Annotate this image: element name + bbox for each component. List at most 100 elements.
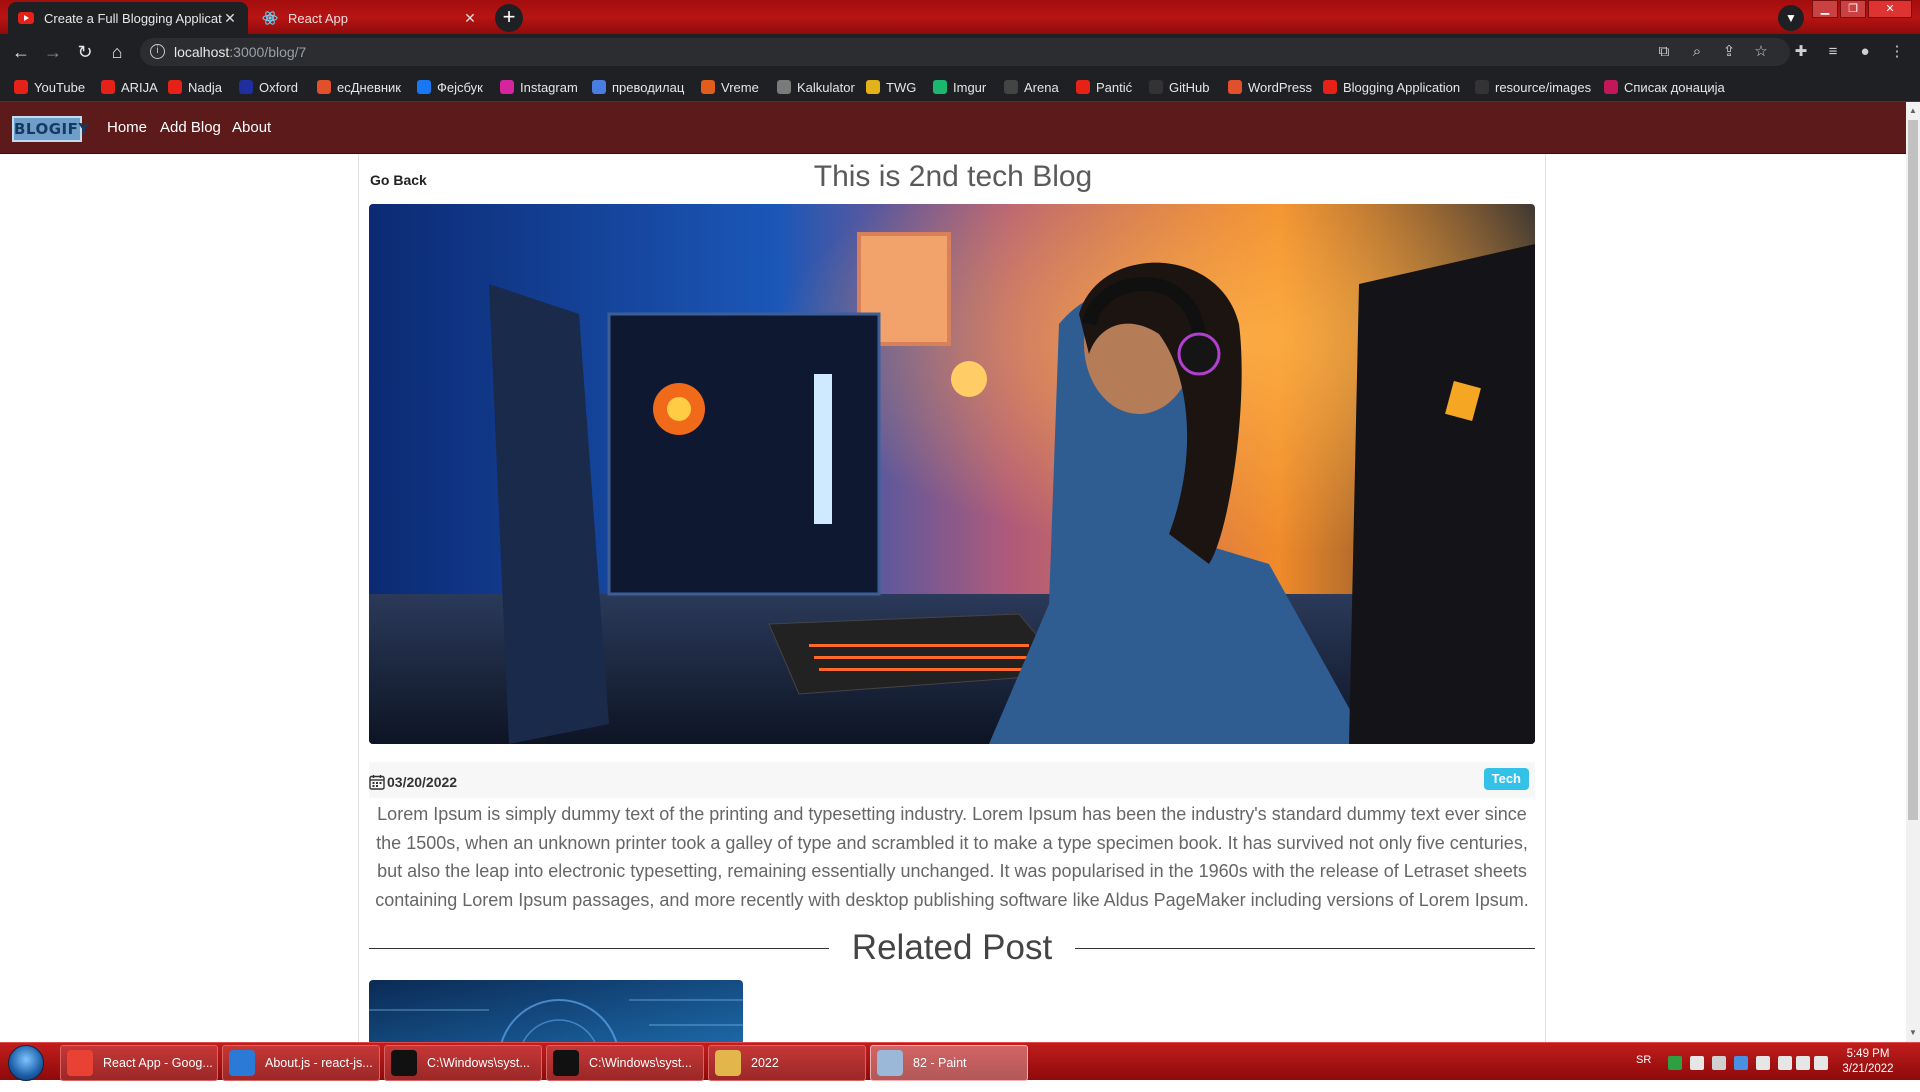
maximize-window-button[interactable]: ❐ — [1840, 0, 1866, 18]
bookmark-item[interactable]: GitHub — [1149, 78, 1209, 96]
taskbar-button[interactable]: 82 - Paint — [870, 1045, 1028, 1081]
bookmark-favicon-icon — [317, 80, 331, 94]
youtube-icon — [18, 10, 34, 26]
tab-search-icon[interactable]: ▼ — [1778, 5, 1804, 31]
menu-icon[interactable]: ⋮ — [1888, 43, 1906, 61]
zoom-icon[interactable]: ⌕ — [1688, 43, 1706, 61]
taskbar-button[interactable]: About.js - react-js... — [222, 1045, 380, 1081]
scrollbar-thumb[interactable] — [1908, 120, 1918, 820]
taskbar-button[interactable]: C:\Windows\syst... — [384, 1045, 542, 1081]
volume-icon[interactable] — [1814, 1056, 1828, 1070]
bookmarks-bar: YouTube ARIJA Nadja Oxford есДневник Фејсбук I… — [0, 70, 1920, 102]
calendar-icon — [369, 775, 385, 790]
taskbar-button[interactable]: 2022 — [708, 1045, 866, 1081]
scroll-up-arrow-icon[interactable]: ▲ — [1906, 104, 1920, 118]
go-back-link[interactable]: Go Back — [370, 172, 427, 188]
address-bar[interactable]: i localhost:3000/blog/7 — [140, 38, 1790, 66]
bookmark-label: есДневник — [337, 79, 401, 95]
system-clock[interactable]: 5:49 PM 3/21/2022 — [1828, 1047, 1908, 1077]
translate-icon[interactable]: ⧉ — [1655, 43, 1673, 61]
bookmark-item[interactable]: YouTube — [14, 78, 85, 96]
bookmark-label: Nadja — [188, 79, 222, 95]
bookmark-item[interactable]: Blogging Application — [1323, 78, 1460, 96]
site-info-icon[interactable]: i — [150, 44, 165, 59]
bookmark-label: Pantić — [1096, 79, 1133, 95]
bookmark-item[interactable]: ARIJA — [101, 78, 158, 96]
bookmark-item[interactable]: Arena — [1004, 78, 1059, 96]
bookmark-favicon-icon — [1004, 80, 1018, 94]
bookmark-item[interactable]: TWG — [866, 78, 916, 96]
url-text[interactable]: localhost:3000/blog/7 — [174, 44, 306, 60]
bookmark-item[interactable]: Списак донација — [1604, 78, 1725, 96]
category-badge: Tech — [1483, 768, 1529, 790]
bookmark-favicon-icon — [866, 80, 880, 94]
bookmark-favicon-icon — [101, 80, 115, 94]
language-indicator[interactable]: SR — [1636, 1054, 1651, 1092]
bookmark-label: GitHub — [1169, 79, 1210, 95]
bookmark-favicon-icon — [14, 80, 28, 94]
blog-detail-card: This is 2nd tech Blog Go Back 03/20/2022… — [358, 154, 1546, 1042]
bookmark-favicon-icon — [1076, 80, 1090, 94]
taskbar-button[interactable]: React App - Goog... — [60, 1045, 218, 1081]
bookmark-item[interactable]: Kalkulator — [777, 78, 855, 96]
new-tab-button[interactable]: + — [495, 4, 523, 32]
close-tab-icon[interactable]: ✕ — [222, 10, 238, 27]
tray-icon[interactable] — [1756, 1056, 1770, 1070]
blogify-logo[interactable]: BLOGIFY — [12, 116, 89, 142]
bookmark-item[interactable]: Oxford — [239, 78, 298, 96]
browser-tab-react-app[interactable]: React App ✕ — [252, 2, 488, 34]
bookmark-item[interactable]: Vreme — [701, 78, 759, 96]
reading-list-icon[interactable]: ≡ — [1824, 43, 1842, 61]
clock-date: 3/21/2022 — [1842, 1063, 1894, 1075]
forward-arrow-icon[interactable]: → — [42, 41, 64, 63]
taskbar-button[interactable]: C:\Windows\syst... — [546, 1045, 704, 1081]
nav-add-blog-link[interactable]: Add Blog — [160, 119, 221, 136]
vscode-icon — [229, 1050, 255, 1076]
extensions-icon[interactable]: ✚ — [1792, 43, 1810, 61]
tray-icon[interactable] — [1690, 1056, 1704, 1070]
bookmark-favicon-icon — [1323, 80, 1337, 94]
taskbar-button-label: C:\Windows\syst... — [427, 1056, 530, 1070]
bookmark-item[interactable]: Imgur — [933, 78, 986, 96]
nav-about-link[interactable]: About — [232, 119, 271, 136]
paint-icon — [877, 1050, 903, 1076]
bookmark-favicon-icon — [168, 80, 182, 94]
react-icon — [262, 10, 278, 26]
close-tab-icon[interactable]: ✕ — [462, 10, 478, 27]
bookmark-item[interactable]: есДневник — [317, 78, 401, 96]
close-window-button[interactable]: ✕ — [1868, 0, 1912, 18]
start-button[interactable] — [8, 1045, 44, 1081]
bookmark-label: преводилац — [612, 79, 685, 95]
blog-date: 03/20/2022 — [369, 774, 457, 790]
taskbar-button-label: About.js - react-js... — [265, 1056, 373, 1070]
bookmark-item[interactable]: Nadja — [168, 78, 222, 96]
back-arrow-icon[interactable]: ← — [10, 41, 32, 63]
bookmark-item[interactable]: Instagram — [500, 78, 578, 96]
browser-tab-active[interactable]: Create a Full Blogging Applicatio ✕ — [8, 2, 248, 34]
nav-home-link[interactable]: Home — [107, 119, 147, 136]
related-post-thumbnail[interactable] — [369, 980, 743, 1042]
action-center-icon[interactable] — [1778, 1056, 1792, 1070]
security-tray-icon[interactable] — [1668, 1056, 1682, 1070]
taskbar-button-label: 82 - Paint — [913, 1056, 967, 1070]
bookmark-item[interactable]: resource/images — [1475, 78, 1591, 96]
minimize-window-button[interactable]: ▁ — [1812, 0, 1838, 18]
tray-icon[interactable] — [1712, 1056, 1726, 1070]
scroll-down-arrow-icon[interactable]: ▼ — [1906, 1026, 1920, 1040]
blog-date-text: 03/20/2022 — [387, 774, 458, 790]
bookmark-favicon-icon — [592, 80, 606, 94]
home-icon[interactable]: ⌂ — [106, 41, 128, 63]
bookmark-label: Blogging Application — [1343, 79, 1461, 95]
bookmark-item[interactable]: Фејсбук — [417, 78, 483, 96]
bookmark-item[interactable]: Pantić — [1076, 78, 1132, 96]
network-icon[interactable] — [1796, 1056, 1810, 1070]
bookmark-item[interactable]: WordPress — [1228, 78, 1312, 96]
reload-icon[interactable]: ↻ — [74, 41, 96, 63]
bookmark-star-icon[interactable]: ☆ — [1752, 43, 1770, 61]
profile-icon[interactable]: ● — [1856, 43, 1874, 61]
bookmark-item[interactable]: преводилац — [592, 78, 684, 96]
share-icon[interactable]: ⇪ — [1720, 43, 1738, 61]
tray-icon[interactable] — [1734, 1056, 1748, 1070]
clock-time: 5:49 PM — [1846, 1048, 1890, 1060]
bookmark-label: Oxford — [259, 79, 299, 95]
